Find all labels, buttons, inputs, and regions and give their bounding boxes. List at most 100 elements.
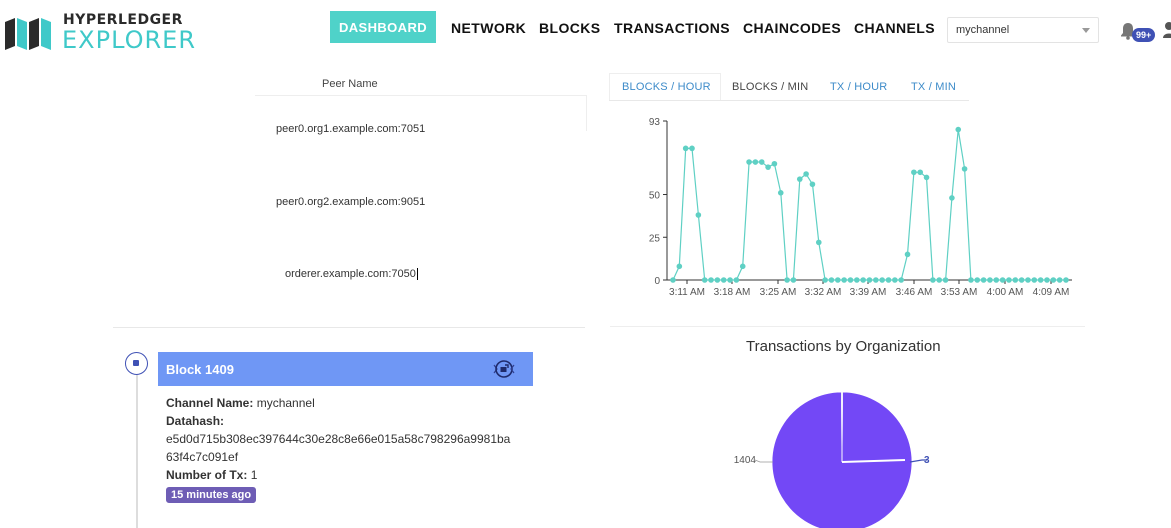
- data-point: [917, 169, 924, 176]
- block-details-icon[interactable]: [492, 357, 516, 381]
- x-tick-label: 3:53 AM: [941, 287, 978, 298]
- data-point: [682, 145, 689, 152]
- channel-select[interactable]: mychannel: [947, 17, 1099, 43]
- nav-channels[interactable]: CHANNELS: [854, 20, 935, 36]
- channel-select-value: mychannel: [956, 24, 1010, 36]
- tx-count-row: Number of Tx: 1: [166, 468, 257, 482]
- x-tick-label: 3:25 AM: [760, 287, 797, 298]
- data-point: [873, 277, 879, 283]
- data-point: [993, 277, 1000, 283]
- data-point: [1012, 277, 1019, 283]
- data-point: [720, 277, 727, 283]
- data-point: [771, 160, 778, 167]
- data-point: [1031, 277, 1038, 283]
- data-point: [784, 277, 790, 283]
- user-icon[interactable]: [1163, 21, 1171, 39]
- section-divider: [610, 326, 1085, 327]
- data-point: [803, 171, 809, 177]
- timeline-block-icon: [125, 352, 148, 375]
- tx-count-value: 1: [250, 468, 258, 482]
- tab-tx-min[interactable]: TX / MIN: [911, 81, 956, 93]
- notification-badge: 99+: [1132, 28, 1156, 42]
- data-point: [892, 277, 898, 283]
- hyperledger-logo-icon: [5, 18, 51, 50]
- data-point: [746, 159, 752, 165]
- data-point: [866, 277, 873, 283]
- data-point: [1037, 277, 1044, 283]
- y-tick-label: 93: [649, 117, 661, 128]
- timeline-line: [136, 370, 138, 528]
- x-tick-label: 4:00 AM: [987, 287, 1024, 298]
- peer-name-header: Peer Name: [322, 78, 378, 90]
- time-ago-badge: 15 minutes ago: [166, 487, 257, 503]
- data-point: [1044, 277, 1050, 283]
- series-line: [672, 129, 1066, 281]
- data-point: [936, 277, 943, 283]
- tab-blocks-min[interactable]: BLOCKS / MIN: [732, 81, 808, 93]
- data-point: [885, 277, 892, 283]
- data-point: [765, 164, 771, 170]
- data-point: [1025, 277, 1031, 283]
- data-point: [854, 277, 860, 283]
- tab-tx-hour[interactable]: TX / HOUR: [830, 81, 887, 93]
- app-logo[interactable]: HYPERLEDGER EXPLORER: [5, 12, 215, 54]
- data-point: [860, 277, 866, 283]
- nav-blocks[interactable]: BLOCKS: [539, 20, 601, 36]
- datahash-label: Datahash:: [166, 414, 225, 428]
- x-tick-label: 4:09 AM: [1033, 287, 1070, 298]
- block-card-header[interactable]: Block 1409: [158, 352, 533, 386]
- channel-name-value: mychannel: [256, 396, 315, 410]
- x-tick-label: 3:11 AM: [669, 287, 705, 298]
- data-point: [828, 277, 835, 283]
- tab-underline: [609, 100, 969, 101]
- tab-blocks-hour[interactable]: BLOCKS / HOUR: [622, 81, 711, 93]
- data-point: [815, 239, 822, 246]
- section-divider: [113, 327, 585, 328]
- data-point: [1063, 277, 1069, 283]
- data-point: [739, 263, 746, 270]
- pie-slice: [841, 391, 843, 463]
- data-point: [898, 277, 904, 283]
- y-tick-label: 0: [654, 276, 660, 287]
- data-point: [930, 277, 936, 283]
- data-point: [796, 176, 803, 182]
- x-tick-label: 3:39 AM: [850, 287, 887, 298]
- data-point: [777, 190, 784, 196]
- data-point: [733, 277, 740, 283]
- peer-row: peer0.org1.example.com:7051: [276, 123, 426, 135]
- data-point: [974, 277, 981, 283]
- x-tick-label: 3:18 AM: [714, 287, 751, 298]
- peer-row-text: orderer.example.com:7050: [285, 268, 416, 280]
- nav-dashboard[interactable]: DASHBOARD: [330, 11, 436, 43]
- data-point: [695, 212, 702, 218]
- data-point: [670, 277, 676, 283]
- data-point: [923, 174, 930, 181]
- data-point: [949, 195, 955, 201]
- data-point: [752, 159, 759, 165]
- datahash-value-line2: 63f4c7c091ef: [166, 450, 239, 464]
- peer-row: orderer.example.com:7050: [285, 268, 418, 281]
- data-point: [689, 145, 695, 152]
- text-caret: [416, 268, 418, 281]
- datahash-value-line1: e5d0d715b308ec397644c30e28c8e66e015a58c7…: [166, 432, 511, 446]
- data-point: [955, 126, 962, 133]
- data-point: [879, 277, 885, 283]
- data-point: [701, 277, 708, 283]
- pie-slice-label: 3: [924, 455, 930, 466]
- data-point: [1056, 277, 1063, 283]
- nav-transactions[interactable]: TRANSACTIONS: [614, 20, 730, 36]
- channel-name-row: Channel Name: mychannel: [166, 396, 315, 410]
- data-point: [980, 277, 987, 283]
- data-point: [758, 159, 765, 165]
- nav-chaincodes[interactable]: CHAINCODES: [743, 20, 841, 36]
- data-point: [999, 277, 1006, 283]
- data-point: [942, 277, 949, 283]
- data-point: [790, 277, 797, 283]
- data-point: [676, 263, 683, 270]
- data-point: [841, 277, 847, 283]
- pie-chart-title: Transactions by Organization: [746, 338, 941, 355]
- data-point: [714, 277, 721, 283]
- pie-slice-label: 1404: [734, 455, 757, 466]
- nav-network[interactable]: NETWORK: [451, 20, 526, 36]
- transactions-by-org-chart: 1404 3: [734, 391, 930, 528]
